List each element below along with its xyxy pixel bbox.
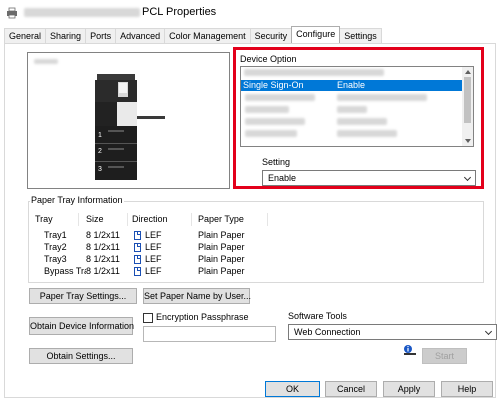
column-header-direction: Direction (132, 214, 168, 224)
list-item-redacted[interactable] (245, 130, 297, 137)
list-item-redacted[interactable] (337, 94, 427, 101)
list-item-redacted[interactable] (244, 69, 384, 76)
paper-tray-group-label: Paper Tray Information (30, 195, 124, 205)
document-icon (134, 267, 141, 276)
table-row: Tray3 8 1/2x11 LEF Plain Paper (31, 254, 269, 265)
tray-size: 8 1/2x11 (86, 230, 120, 240)
tray-size: 8 1/2x11 (86, 242, 120, 252)
scroll-down-icon[interactable] (465, 139, 471, 143)
obtain-device-information-button[interactable]: Obtain Device Information (29, 317, 134, 335)
tray-paper-type: Plain Paper (198, 230, 245, 240)
device-option-list[interactable]: Single Sign-On Enable (240, 66, 474, 147)
tray-name: Tray2 (44, 242, 67, 252)
tray-paper-type: Plain Paper (198, 254, 245, 264)
list-item-redacted[interactable] (337, 130, 397, 137)
tab-advanced[interactable]: Advanced (115, 28, 166, 43)
scroll-up-icon[interactable] (465, 70, 471, 74)
tray-direction: LEF (145, 254, 162, 264)
software-tools-value: Web Connection (294, 327, 361, 337)
list-item-redacted[interactable] (245, 118, 305, 125)
device-option-label: Device Option (240, 54, 297, 64)
option-value: Enable (337, 80, 366, 90)
table-row: Tray1 8 1/2x11 LEF Plain Paper (31, 230, 269, 241)
tab-ports[interactable]: Ports (85, 28, 117, 43)
tab-settings[interactable]: Settings (339, 28, 382, 43)
start-button[interactable]: Start (422, 348, 467, 364)
column-header-size: Size (86, 214, 104, 224)
tray-name: Tray1 (44, 230, 67, 240)
list-item-selected[interactable]: Single Sign-On Enable (241, 80, 462, 91)
tab-sharing[interactable]: Sharing (45, 28, 87, 43)
document-icon (134, 255, 141, 264)
tray-size: 8 1/2x11 (86, 254, 120, 264)
info-icon (404, 345, 416, 355)
setting-value: Enable (268, 173, 297, 183)
list-scrollbar[interactable] (462, 67, 473, 146)
document-icon (134, 231, 141, 240)
obtain-settings-button[interactable]: Obtain Settings... (29, 348, 133, 364)
ok-button[interactable]: OK (265, 381, 320, 397)
option-name: Single Sign-On (243, 80, 304, 90)
printer-icon (7, 7, 17, 19)
paper-tray-table: Tray Size Direction Paper Type Tray1 8 1… (31, 210, 269, 277)
title-redacted (24, 8, 140, 17)
software-tools-label: Software Tools (288, 311, 347, 321)
tray-number-1: 1 (98, 132, 102, 139)
tray-number-2: 2 (98, 148, 102, 155)
tray-direction: LEF (145, 242, 162, 252)
tab-general[interactable]: General (4, 28, 47, 43)
list-item-redacted[interactable] (245, 106, 289, 113)
tray-direction: LEF (145, 266, 162, 276)
window-title: PCL Properties (142, 6, 217, 18)
tray-name: Bypass Tray (44, 266, 86, 276)
column-header-tray: Tray (35, 214, 53, 224)
tab-color-management[interactable]: Color Management (164, 28, 251, 43)
tab-configure[interactable]: Configure (291, 26, 341, 43)
column-header-paper-type: Paper Type (198, 214, 244, 224)
encryption-passphrase-input[interactable] (143, 326, 276, 342)
set-paper-name-button[interactable]: Set Paper Name by User... (143, 288, 251, 304)
tray-name: Tray3 (44, 254, 67, 264)
setting-select[interactable]: Enable (262, 170, 476, 186)
apply-button[interactable]: Apply (383, 381, 435, 397)
paper-tray-settings-button[interactable]: Paper Tray Settings... (29, 288, 137, 304)
cancel-button[interactable]: Cancel (325, 381, 377, 397)
setting-label: Setting (262, 157, 291, 167)
tray-direction: LEF (145, 230, 162, 240)
document-icon (134, 243, 141, 252)
tray-paper-type: Plain Paper (198, 242, 245, 252)
chevron-down-icon (484, 327, 493, 336)
model-name-redacted (34, 59, 58, 64)
table-row: Tray2 8 1/2x11 LEF Plain Paper (31, 242, 269, 253)
tab-strip: General Sharing Ports Advanced Color Man… (4, 26, 382, 43)
help-button[interactable]: Help (441, 381, 493, 397)
chevron-down-icon (463, 173, 472, 182)
encryption-label: Encryption Passphrase (156, 312, 249, 322)
list-item-redacted[interactable] (337, 106, 367, 113)
scroll-thumb[interactable] (464, 77, 471, 123)
software-tools-select[interactable]: Web Connection (288, 324, 497, 340)
tab-security[interactable]: Security (249, 28, 293, 43)
tray-paper-type: Plain Paper (198, 266, 245, 276)
tray-size: 8 1/2x11 (86, 266, 120, 276)
encryption-checkbox[interactable] (143, 313, 153, 323)
table-row: Bypass Tray 8 1/2x11 LEF Plain Paper (31, 266, 269, 277)
list-item-redacted[interactable] (245, 94, 315, 101)
tray-number-3: 3 (98, 166, 102, 173)
list-item-redacted[interactable] (337, 118, 387, 125)
